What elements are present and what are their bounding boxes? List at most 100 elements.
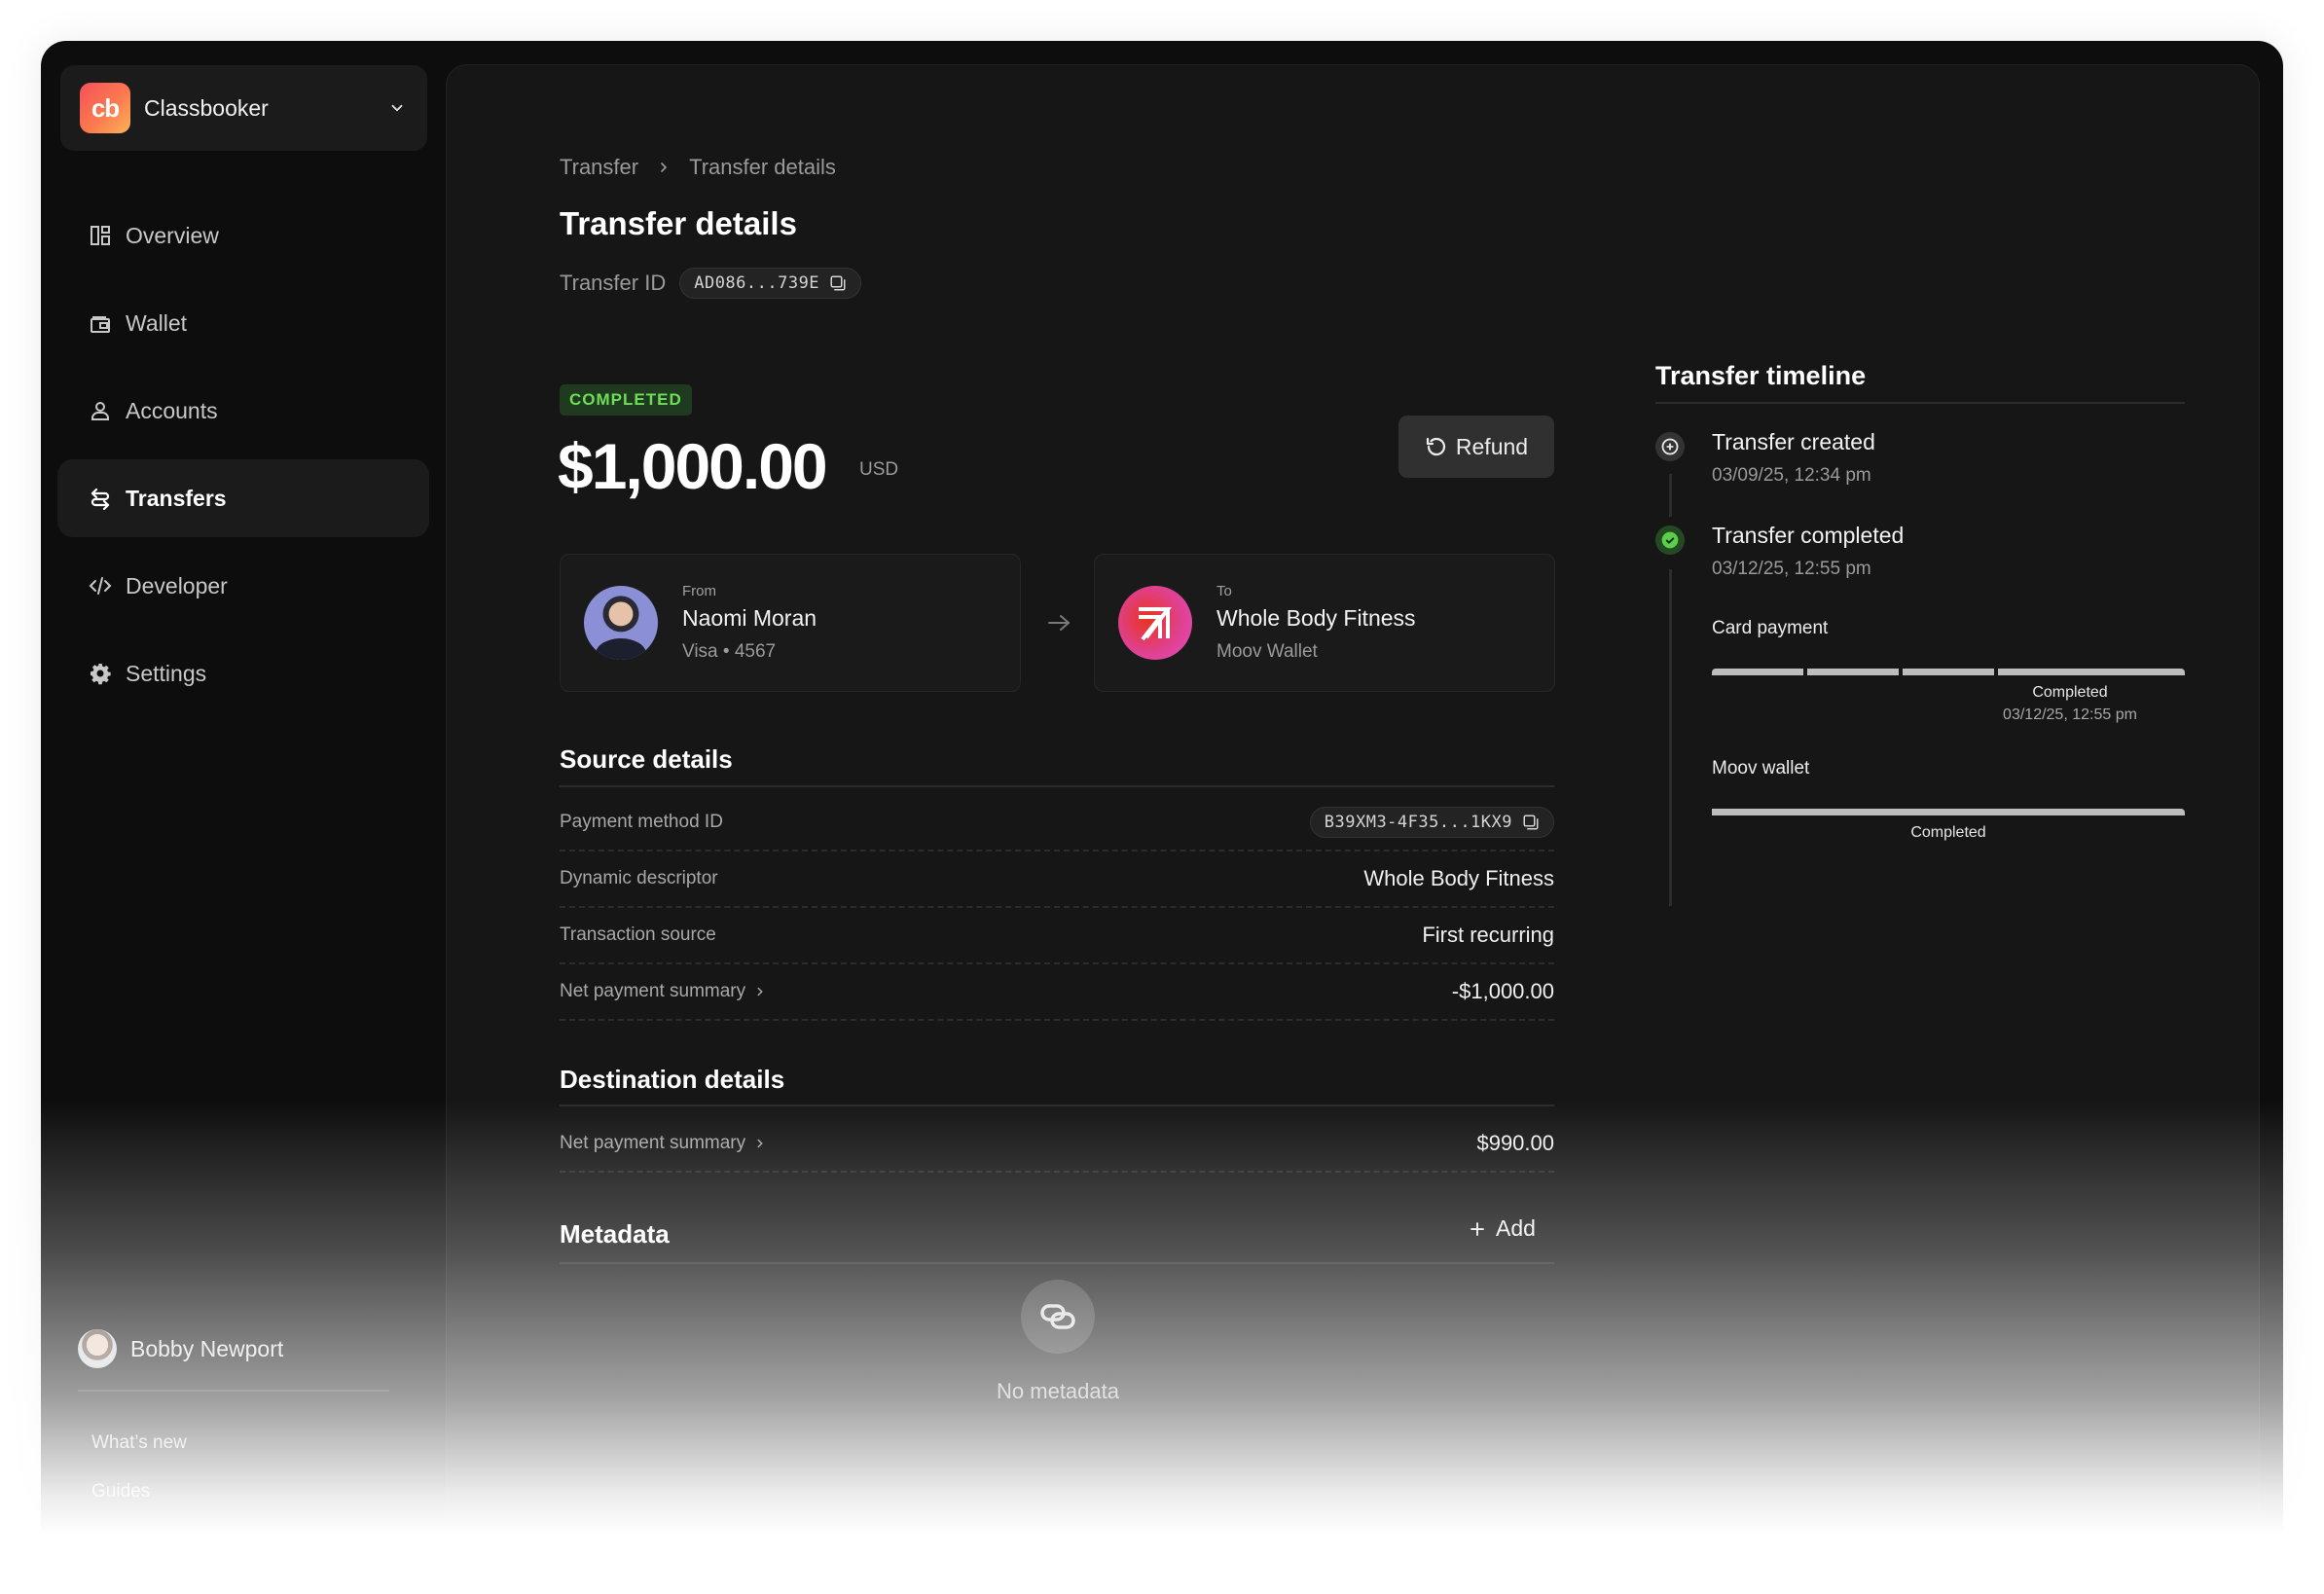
detail-row-net-payment-summary: Net payment summary $990.00 xyxy=(560,1116,1554,1173)
net-payment-summary-link[interactable]: Net payment summary xyxy=(560,981,767,1002)
row-label: Net payment summary xyxy=(560,1133,746,1153)
timeline-event-time: 03/09/25, 12:34 pm xyxy=(1712,465,1871,486)
row-label: Dynamic descriptor xyxy=(560,868,718,888)
row-value: First recurring xyxy=(1422,923,1554,947)
detail-row-transaction-source: Transaction source First recurring xyxy=(560,908,1554,964)
sidebar-item-wallet[interactable]: Wallet xyxy=(57,284,429,362)
empty-state-text: No metadata xyxy=(997,1379,1119,1403)
progress-segment xyxy=(1997,669,2185,675)
timeline-event: Transfer created 03/09/25, 12:34 pm xyxy=(1712,429,1875,487)
payment-method-id-copy-pill[interactable]: B39XM3-4F35...1KX9 xyxy=(1309,807,1554,838)
rail-status-time: 03/12/25, 12:55 pm xyxy=(2003,706,2137,723)
divider xyxy=(560,1262,1554,1264)
timeline-connector xyxy=(1669,474,1672,517)
to-name: Whole Body Fitness xyxy=(1216,605,1416,631)
check-circle-icon xyxy=(1655,525,1685,555)
divider xyxy=(560,1105,1554,1106)
rail-title-moov-wallet: Moov wallet xyxy=(1712,758,1810,779)
user-icon xyxy=(89,399,112,422)
transfer-id-copy-pill[interactable]: AD086...739E xyxy=(679,268,862,299)
from-detail: Visa • 4567 xyxy=(682,641,777,662)
add-metadata-button[interactable]: Add xyxy=(1469,1215,1536,1242)
destination-details-title: Destination details xyxy=(560,1065,785,1094)
currency-code: USD xyxy=(859,459,899,480)
wallet-icon xyxy=(89,311,112,335)
breadcrumb-parent[interactable]: Transfer xyxy=(560,155,638,180)
user-profile[interactable]: Bobby Newport xyxy=(78,1329,283,1368)
chevron-right-icon xyxy=(757,1139,763,1148)
from-avatar xyxy=(584,586,658,660)
refund-button[interactable]: Refund xyxy=(1398,416,1554,478)
to-label: To xyxy=(1216,583,1232,599)
chevron-right-icon xyxy=(757,987,763,996)
sidebar-item-label: Transfers xyxy=(126,485,227,511)
from-card[interactable]: From Naomi Moran Visa • 4567 xyxy=(560,554,1021,692)
detail-row-net-payment-summary: Net payment summary -$1,000.00 xyxy=(560,964,1554,1021)
transfer-id-value: AD086...739E xyxy=(694,273,820,293)
app-window: cb Classbooker Overview Wallet Accounts … xyxy=(41,41,2283,1559)
rail-progress-card-payment xyxy=(1712,669,2185,675)
timeline-event-title: Transfer completed xyxy=(1712,523,1905,548)
rail-status: Completed xyxy=(1910,824,1986,841)
sidebar-item-settings[interactable]: Settings xyxy=(57,634,429,712)
metadata-title: Metadata xyxy=(560,1219,670,1249)
breadcrumb: Transfer Transfer details xyxy=(560,155,836,180)
copy-icon xyxy=(830,275,846,291)
divider xyxy=(560,785,1554,787)
gear-icon xyxy=(89,662,112,685)
progress-segment xyxy=(1902,669,1994,675)
sidebar-item-developer[interactable]: Developer xyxy=(57,547,429,625)
guides-link[interactable]: Guides xyxy=(91,1481,150,1503)
transfer-id-row: Transfer ID AD086...739E xyxy=(560,268,862,299)
transfer-arrows-icon xyxy=(89,487,112,510)
net-payment-summary-link[interactable]: Net payment summary xyxy=(560,1133,767,1154)
to-logo xyxy=(1118,586,1192,660)
sidebar-item-label: Overview xyxy=(126,222,219,248)
org-name: Classbooker xyxy=(144,94,269,121)
layout-icon xyxy=(89,224,112,247)
copy-icon xyxy=(1523,815,1539,830)
to-card[interactable]: To Whole Body Fitness Moov Wallet xyxy=(1094,554,1555,692)
row-value: $990.00 xyxy=(1476,1131,1554,1155)
avatar xyxy=(78,1329,117,1368)
transfer-amount: $1,000.00 xyxy=(558,430,828,502)
from-label: From xyxy=(682,583,716,599)
status-badge: COMPLETED xyxy=(560,384,692,416)
sidebar-item-accounts[interactable]: Accounts xyxy=(57,372,429,450)
add-label: Add xyxy=(1496,1215,1536,1241)
to-detail: Moov Wallet xyxy=(1216,641,1318,662)
org-switcher[interactable]: cb Classbooker xyxy=(60,65,427,151)
progress-segment xyxy=(1712,809,2185,815)
chevron-right-icon xyxy=(661,163,668,172)
sidebar-item-transfers[interactable]: Transfers xyxy=(57,459,429,537)
row-value: -$1,000.00 xyxy=(1451,979,1554,1003)
org-logo: cb xyxy=(80,83,130,133)
sidebar-item-label: Settings xyxy=(126,660,207,686)
main-panel: Transfer Transfer details Transfer detai… xyxy=(446,64,2260,1559)
divider xyxy=(78,1390,389,1392)
detail-row-dynamic-descriptor: Dynamic descriptor Whole Body Fitness xyxy=(560,851,1554,908)
arrow-right-icon xyxy=(1048,615,1070,631)
progress-segment xyxy=(1806,669,1899,675)
sidebar-nav: Overview Wallet Accounts Transfers Devel… xyxy=(57,197,429,722)
timeline-event: Transfer completed 03/12/25, 12:55 pm xyxy=(1712,523,1904,580)
whats-new-link[interactable]: What’s new xyxy=(91,1432,187,1454)
row-value: Whole Body Fitness xyxy=(1363,866,1554,890)
timeline-title: Transfer timeline xyxy=(1655,361,1867,390)
sidebar-item-label: Developer xyxy=(126,572,228,598)
detail-row-payment-method-id: Payment method ID B39XM3-4F35...1KX9 xyxy=(560,795,1554,851)
sidebar-item-overview[interactable]: Overview xyxy=(57,197,429,274)
row-label: Net payment summary xyxy=(560,981,746,1001)
divider xyxy=(1655,402,2185,404)
rail-title-card-payment: Card payment xyxy=(1712,618,1829,638)
refund-icon xyxy=(1426,437,1445,456)
row-value: B39XM3-4F35...1KX9 xyxy=(1324,813,1512,832)
breadcrumb-current: Transfer details xyxy=(689,155,836,179)
rail-status: Completed xyxy=(2032,684,2108,701)
user-name: Bobby Newport xyxy=(130,1335,284,1361)
code-icon xyxy=(89,574,112,598)
row-label: Transaction source xyxy=(560,924,716,945)
progress-segment xyxy=(1712,669,1803,675)
transfer-id-label: Transfer ID xyxy=(560,271,667,295)
refund-label: Refund xyxy=(1455,433,1529,459)
